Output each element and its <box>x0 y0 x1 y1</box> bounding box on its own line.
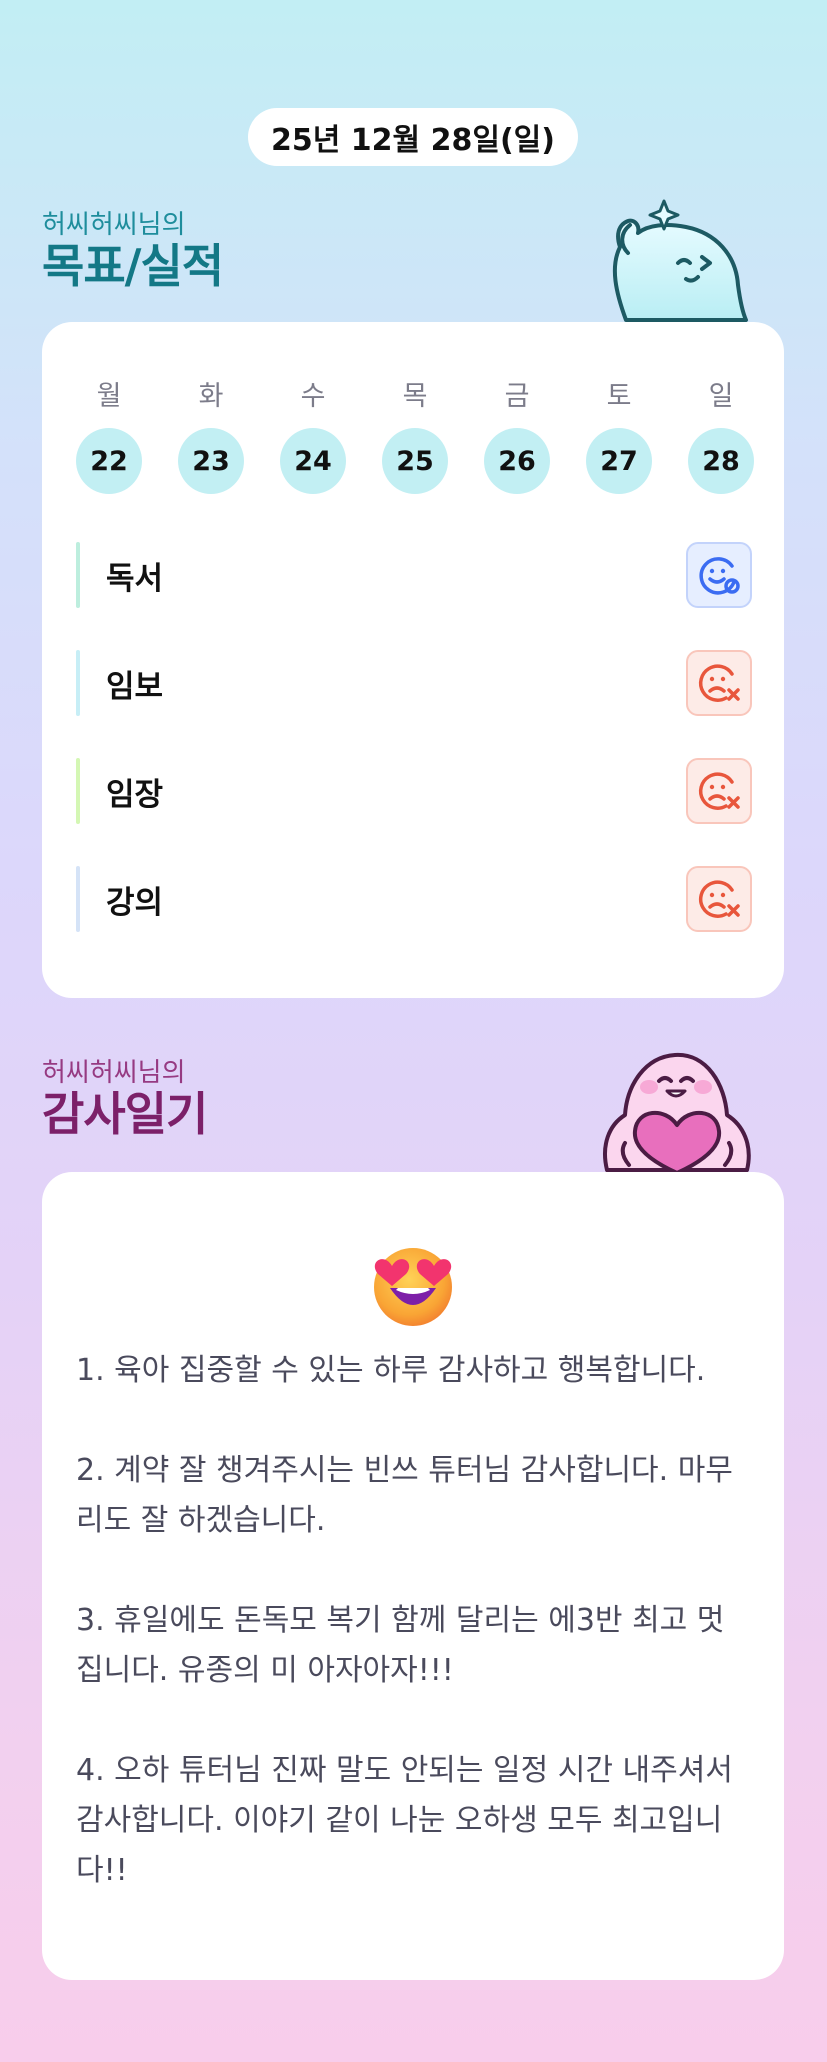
goal-row-lecture[interactable]: 강의 <box>76 866 752 932</box>
heart-eyes-emoji-icon <box>374 1248 452 1326</box>
goal-card: 월 22 화 23 수 24 목 25 금 26 토 27 일 28 독서 임보 <box>42 322 784 998</box>
goal-label: 독서 <box>106 560 164 597</box>
goal-color-bar <box>76 650 80 716</box>
goal-row-imbo[interactable]: 임보 <box>76 650 752 716</box>
goal-section-header: 허씨허씨님의 목표/실적 <box>42 210 224 293</box>
day-number: 28 <box>688 428 754 494</box>
mascot-thumbsup-icon <box>612 199 748 322</box>
sad-x-icon <box>698 880 740 918</box>
gratitude-section-header: 허씨허씨님의 감사일기 <box>42 1058 208 1141</box>
day-number: 27 <box>586 428 652 494</box>
day-number: 24 <box>280 428 346 494</box>
goal-owner-label: 허씨허씨님의 <box>42 210 186 240</box>
day-thu[interactable]: 목 25 <box>382 380 448 494</box>
gratitude-entries: 1. 육아 집중할 수 있는 하루 감사하고 행복합니다. 2. 계약 잘 챙겨… <box>76 1346 744 1946</box>
day-of-week: 수 <box>300 381 326 412</box>
gratitude-entry: 3. 휴일에도 돈독모 복기 함께 달리는 에3반 최고 멋집니다. 유종의 미… <box>76 1603 725 1688</box>
date-pill[interactable]: 25년 12월 28일(일) <box>248 108 578 166</box>
week-strip: 월 22 화 23 수 24 목 25 금 26 토 27 일 28 <box>76 380 754 494</box>
day-mon[interactable]: 월 22 <box>76 380 142 494</box>
day-fri[interactable]: 금 26 <box>484 380 550 494</box>
goal-color-bar <box>76 866 80 932</box>
goal-color-bar <box>76 758 80 824</box>
gratitude-entry: 4. 오하 튜터님 진짜 말도 안되는 일정 시간 내주셔서 감사합니다. 이야… <box>76 1753 733 1888</box>
goal-row-imjang[interactable]: 임장 <box>76 758 752 824</box>
day-of-week: 월 <box>96 381 122 412</box>
day-of-week: 토 <box>606 381 632 412</box>
day-sat[interactable]: 토 27 <box>586 380 652 494</box>
goal-status-missed[interactable] <box>686 866 752 932</box>
day-number: 23 <box>178 428 244 494</box>
gratitude-card: 1. 육아 집중할 수 있는 하루 감사하고 행복합니다. 2. 계약 잘 챙겨… <box>42 1172 784 1980</box>
day-tue[interactable]: 화 23 <box>178 380 244 494</box>
day-of-week: 금 <box>504 381 530 412</box>
sad-x-icon <box>698 664 740 702</box>
goal-status-missed[interactable] <box>686 650 752 716</box>
goal-label: 임보 <box>106 668 164 705</box>
goal-label: 강의 <box>106 884 164 921</box>
goal-status-missed[interactable] <box>686 758 752 824</box>
gratitude-owner-label: 허씨허씨님의 <box>42 1058 186 1088</box>
gratitude-entry: 2. 계약 잘 챙겨주시는 빈쓰 튜터님 감사합니다. 마무리도 잘 하겠습니다… <box>76 1453 733 1538</box>
sad-x-icon <box>698 772 740 810</box>
gratitude-section-title: 감사일기 <box>42 1087 208 1141</box>
goal-row-reading[interactable]: 독서 <box>76 542 752 608</box>
smile-check-icon <box>699 557 740 595</box>
goal-status-done[interactable] <box>686 542 752 608</box>
day-of-week: 목 <box>402 381 428 412</box>
day-wed[interactable]: 수 24 <box>280 380 346 494</box>
day-number: 22 <box>76 428 142 494</box>
day-sun[interactable]: 일 28 <box>688 380 754 494</box>
goal-section-title: 목표/실적 <box>42 239 224 293</box>
day-of-week: 화 <box>198 381 224 412</box>
goal-label: 임장 <box>106 776 164 813</box>
day-of-week: 일 <box>708 381 734 412</box>
mascot-heart-icon <box>603 1052 751 1175</box>
day-number: 26 <box>484 428 550 494</box>
gratitude-entry: 1. 육아 집중할 수 있는 하루 감사하고 행복합니다. <box>76 1353 706 1388</box>
day-number: 25 <box>382 428 448 494</box>
goal-color-bar <box>76 542 80 608</box>
